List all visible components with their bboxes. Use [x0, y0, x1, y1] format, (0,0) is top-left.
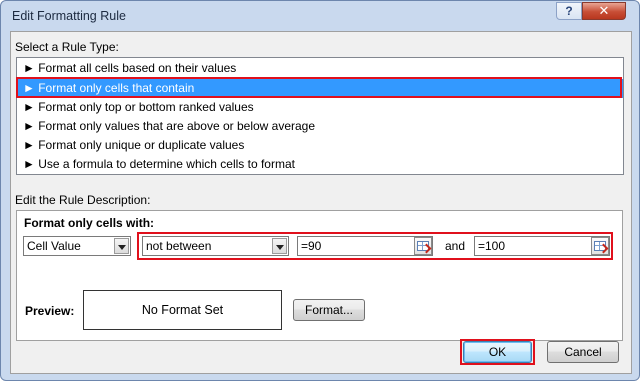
- rule-type-item[interactable]: ► Format only values that are above or b…: [17, 117, 623, 136]
- cancel-button[interactable]: Cancel: [547, 341, 619, 363]
- chevron-down-icon: [118, 245, 126, 250]
- operator-select-text: not between: [146, 239, 212, 253]
- operator-dropdown-button[interactable]: [272, 238, 287, 254]
- help-button[interactable]: ?: [556, 2, 582, 20]
- operator-select[interactable]: not between: [142, 236, 289, 256]
- window-title: Edit Formatting Rule: [12, 9, 126, 23]
- format-only-cells-with-label: Format only cells with:: [24, 216, 155, 230]
- title-bar[interactable]: Edit Formatting Rule: [2, 2, 638, 31]
- rule-description-heading: Edit the Rule Description:: [15, 193, 151, 207]
- value1-range-picker-button[interactable]: [414, 237, 432, 255]
- value1-text: =90: [301, 239, 322, 253]
- value1-input[interactable]: =90: [297, 236, 433, 256]
- cell-value-select-text: Cell Value: [27, 239, 81, 253]
- collapse-arrow-icon: [421, 243, 432, 254]
- value2-input[interactable]: =100: [474, 236, 610, 256]
- chevron-down-icon: [276, 245, 284, 250]
- format-button-label: Format...: [304, 303, 353, 317]
- cell-value-select[interactable]: Cell Value: [23, 236, 131, 256]
- rule-type-heading: Select a Rule Type:: [15, 40, 119, 54]
- format-button[interactable]: Format...: [293, 299, 365, 321]
- preview-label: Preview:: [25, 304, 75, 318]
- rule-type-item[interactable]: ► Format all cells based on their values: [17, 59, 623, 78]
- ok-button[interactable]: OK: [463, 341, 532, 363]
- value2-text: =100: [478, 239, 506, 253]
- format-preview: No Format Set: [83, 290, 282, 330]
- rule-type-item[interactable]: ► Format only unique or duplicate values: [17, 136, 623, 155]
- rule-type-item[interactable]: ► Use a formula to determine which cells…: [17, 155, 623, 174]
- and-label: and: [445, 239, 466, 253]
- value2-range-picker-button[interactable]: [591, 237, 609, 255]
- rule-type-list[interactable]: ► Format all cells based on their values…: [16, 57, 624, 175]
- cell-value-dropdown-button[interactable]: [114, 238, 129, 254]
- collapse-arrow-icon: [598, 243, 609, 254]
- selected-rule-highlight: [16, 77, 622, 98]
- rule-type-item[interactable]: ► Format only top or bottom ranked value…: [17, 98, 623, 117]
- close-button[interactable]: ✕: [582, 2, 626, 20]
